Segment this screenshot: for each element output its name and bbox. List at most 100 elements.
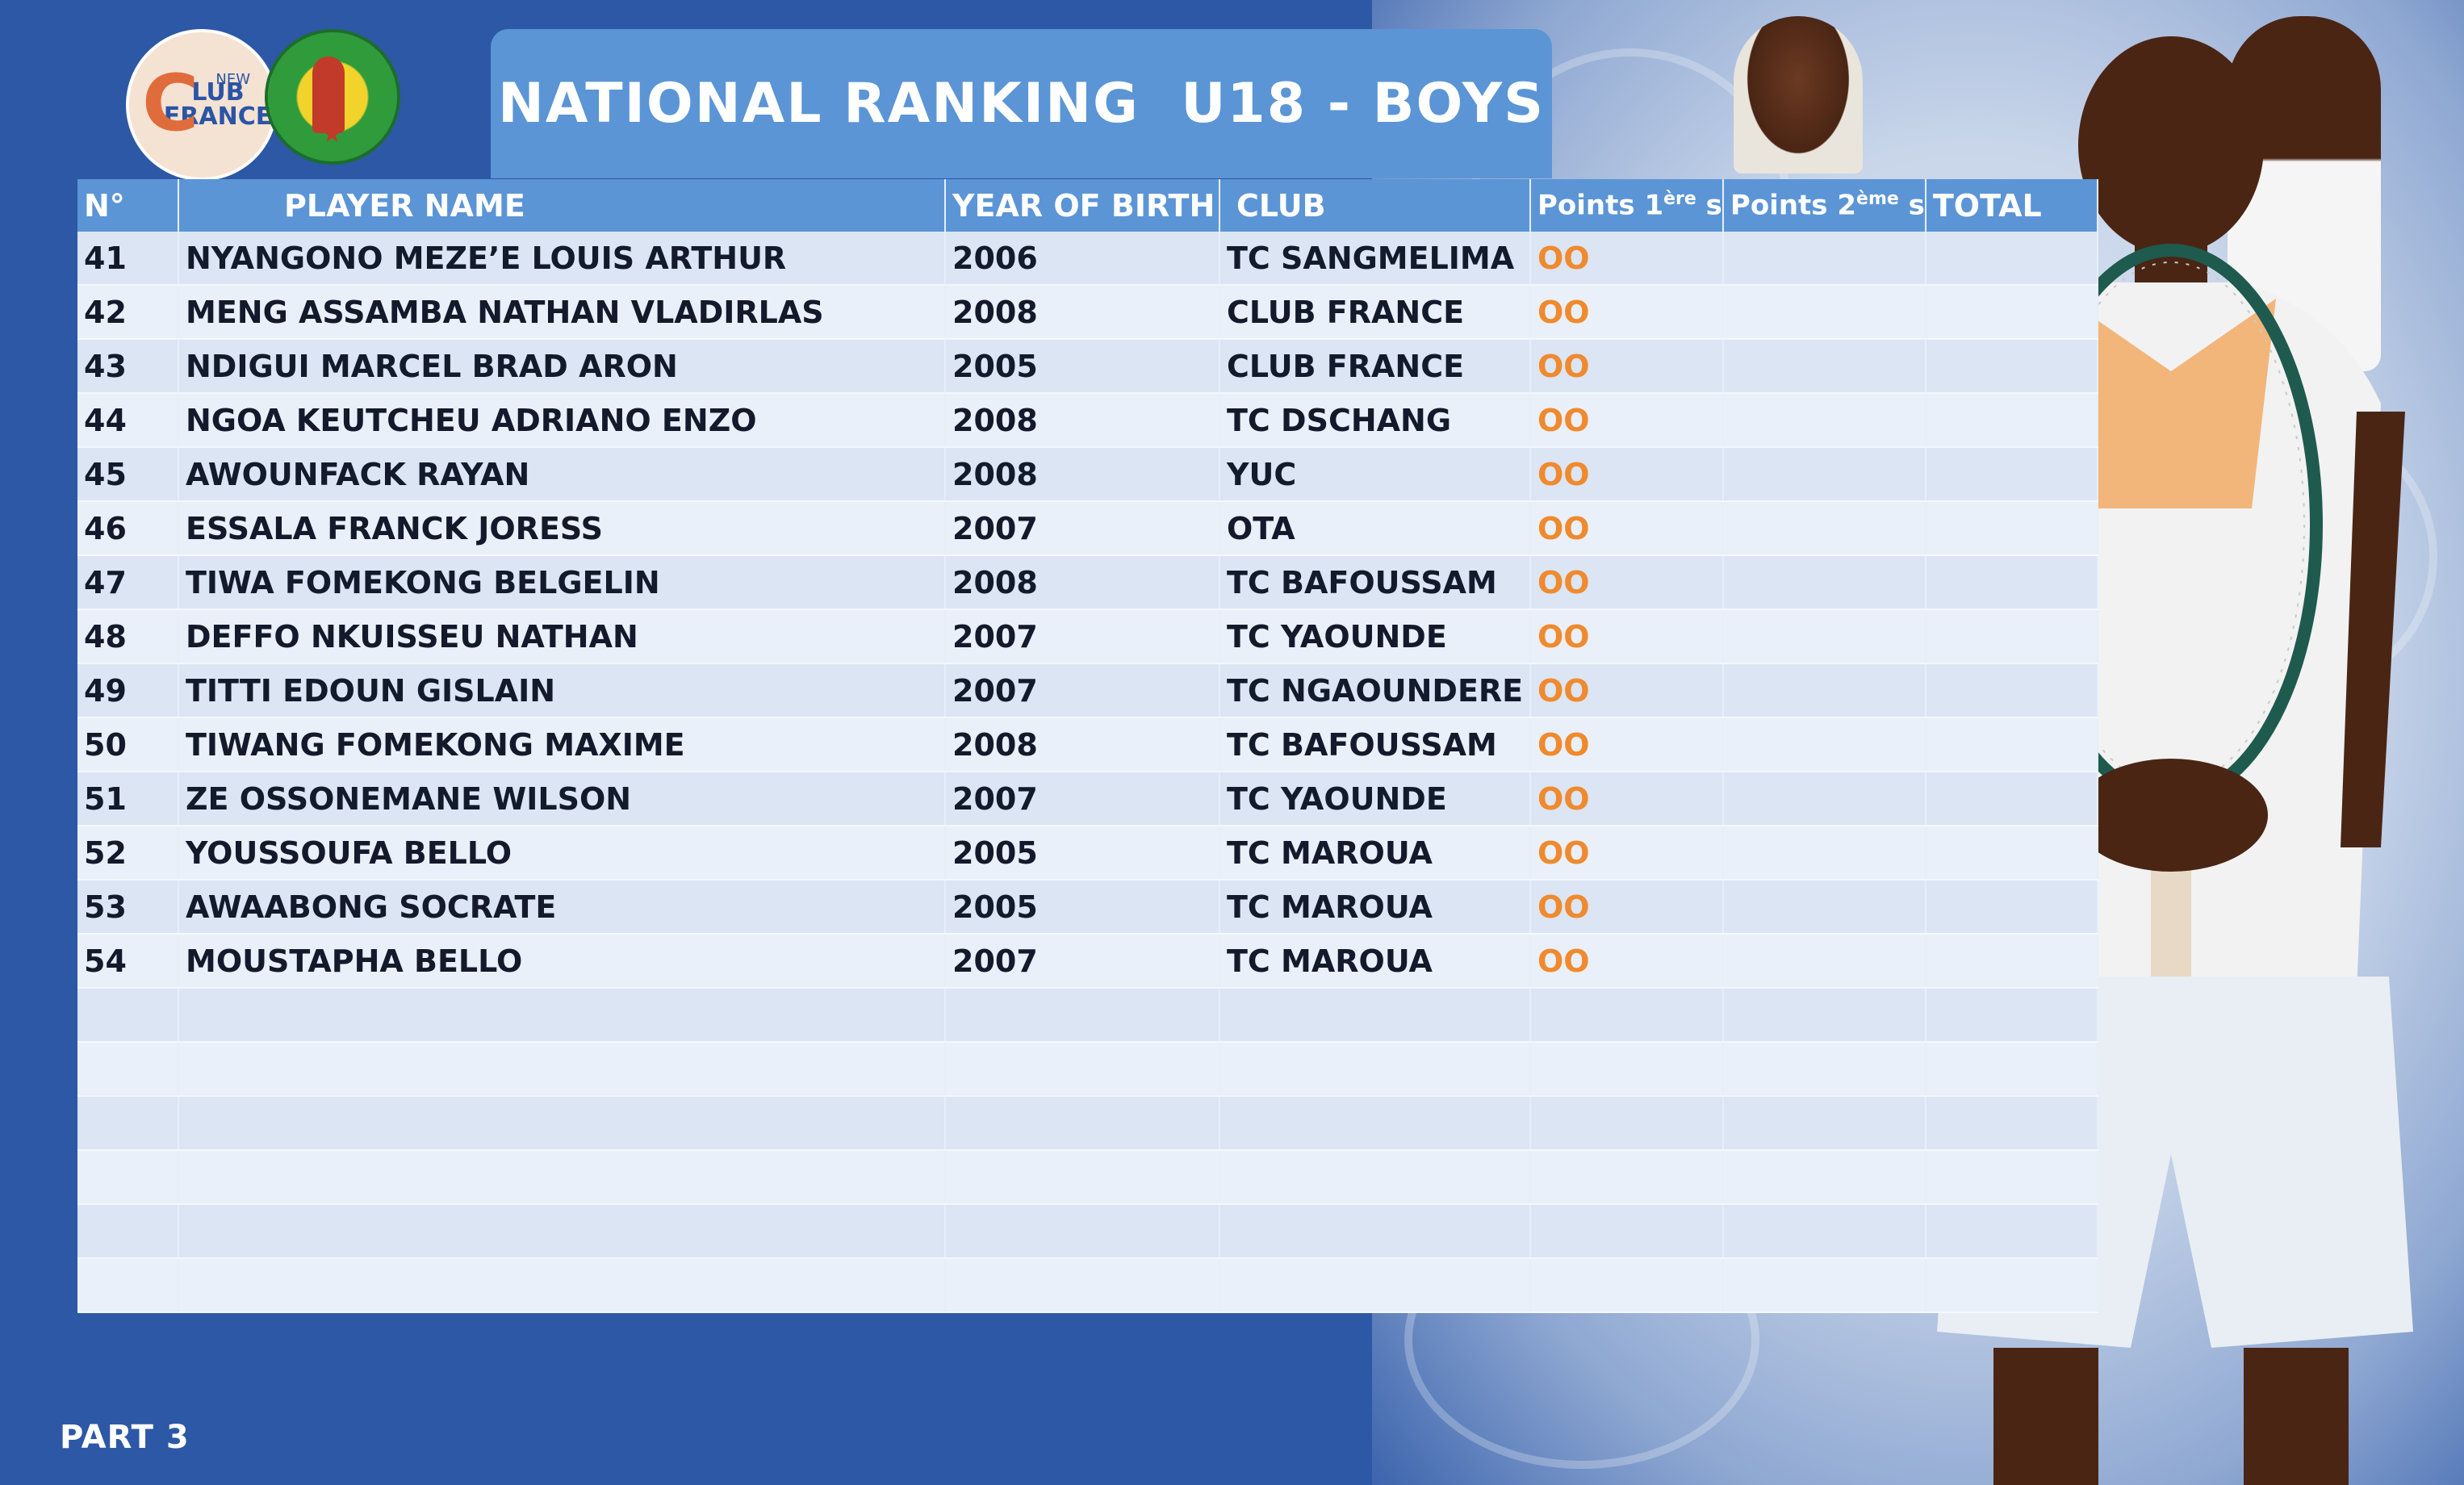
- cell-number: 52: [77, 826, 179, 881]
- cell-club: [1219, 1150, 1531, 1205]
- cell-club: TC SANGMELIMA: [1219, 232, 1531, 286]
- cell-number: [77, 1258, 179, 1313]
- cell-year-of-birth: [945, 988, 1220, 1043]
- cell-year-of-birth: [945, 1042, 1220, 1097]
- cell-club: TC MAROUA: [1219, 826, 1531, 881]
- cell-points-2: [1722, 609, 1926, 664]
- cell-points-2: [1722, 880, 1926, 935]
- table-row-empty: [77, 988, 2098, 1043]
- cell-player-name: [178, 1042, 946, 1097]
- cell-club: [1219, 988, 1531, 1043]
- cell-year-of-birth: 2008: [945, 447, 1220, 502]
- cell-number: 54: [77, 934, 179, 989]
- cell-player-name: [178, 1204, 946, 1259]
- cell-club: TC DSCHANG: [1219, 393, 1531, 448]
- cell-points-1: OO: [1530, 663, 1724, 718]
- table-row: 44 NGOA KEUTCHEU ADRIANO ENZO 2008 TC DSCHA…: [77, 393, 2098, 448]
- cell-points-2: [1722, 285, 1926, 340]
- cell-points-1: OO: [1530, 772, 1724, 826]
- cell-points-2: [1722, 1150, 1926, 1205]
- cell-total: [1925, 1150, 2098, 1205]
- cell-club: OTA: [1219, 501, 1531, 556]
- ranking-table: N° PLAYER NAME YEAR OF BIRTH CLUB Points…: [77, 179, 2098, 1313]
- cell-player-name: AWAABONG SOCRATE: [178, 880, 946, 935]
- cell-number: [77, 1096, 179, 1151]
- header-year-of-birth: YEAR OF BIRTH: [945, 179, 1220, 232]
- cell-points-1: [1530, 1096, 1724, 1151]
- table-row: 48 DEFFO NKUISSEU NATHAN 2007 TC YAOUNDE OO: [77, 609, 2098, 664]
- header-points-2: Points 2ème s: [1722, 179, 1926, 232]
- cell-points-1: OO: [1530, 285, 1724, 340]
- cell-player-name: [178, 1150, 946, 1205]
- cell-total: [1925, 1096, 2098, 1151]
- cell-total: [1925, 663, 2098, 718]
- cell-points-1: [1530, 988, 1724, 1043]
- cell-year-of-birth: [945, 1096, 1220, 1151]
- cell-total: [1925, 1204, 2098, 1259]
- table-row: 53 AWAABONG SOCRATE 2005 TC MAROUA OO: [77, 880, 2098, 935]
- cell-points-2: [1722, 232, 1926, 286]
- cell-points-2: [1722, 826, 1926, 881]
- cell-points-2: [1722, 339, 1926, 394]
- cell-player-name: TIWANG FOMEKONG MAXIME: [178, 717, 946, 772]
- federation-logo: ★: [268, 32, 397, 161]
- cell-points-1: OO: [1530, 609, 1724, 664]
- player-right-leg: [2244, 1348, 2349, 1485]
- cell-number: [77, 1042, 179, 1097]
- cell-club: TC NGAOUNDERE: [1219, 663, 1531, 718]
- cell-total: [1925, 555, 2098, 610]
- cell-total: [1925, 285, 2098, 340]
- header-club: CLUB: [1219, 179, 1531, 232]
- cell-total: [1925, 717, 2098, 772]
- cell-year-of-birth: 2008: [945, 717, 1220, 772]
- cell-club: YUC: [1219, 447, 1531, 502]
- cell-number: 49: [77, 663, 179, 718]
- cell-club: [1219, 1258, 1531, 1313]
- cell-number: 42: [77, 285, 179, 340]
- cell-number: 45: [77, 447, 179, 502]
- cell-points-2: [1722, 393, 1926, 448]
- cell-points-2: [1722, 555, 1926, 610]
- cell-number: 41: [77, 232, 179, 286]
- player-portrait-small: [1734, 16, 1863, 174]
- cell-club: TC YAOUNDE: [1219, 609, 1531, 664]
- table-row: 42 MENG ASSAMBA NATHAN VLADIRLAS 2008 CLUB …: [77, 285, 2098, 340]
- cell-player-name: ZE OSSONEMANE WILSON: [178, 772, 946, 826]
- cell-year-of-birth: 2008: [945, 393, 1220, 448]
- cell-club: [1219, 1204, 1531, 1259]
- cell-points-1: [1530, 1042, 1724, 1097]
- player-hands: [2074, 759, 2268, 872]
- cell-year-of-birth: 2005: [945, 339, 1220, 394]
- cell-year-of-birth: 2007: [945, 501, 1220, 556]
- cell-player-name: TIWA FOMEKONG BELGELIN: [178, 555, 946, 610]
- table-row: 52 YOUSSOUFA BELLO 2005 TC MAROUA OO: [77, 826, 2098, 881]
- cell-year-of-birth: 2007: [945, 609, 1220, 664]
- cell-year-of-birth: 2007: [945, 772, 1220, 826]
- table-row: 47 TIWA FOMEKONG BELGELIN 2008 TC BAFOUSSAM…: [77, 555, 2098, 610]
- table-row-empty: [77, 1204, 2098, 1259]
- cell-total: [1925, 826, 2098, 881]
- club-france-logo: C NEW LUB FRANCE: [129, 32, 274, 178]
- cell-points-1: OO: [1530, 447, 1724, 502]
- cell-points-1: OO: [1530, 555, 1724, 610]
- cell-total: [1925, 880, 2098, 935]
- cell-points-2: [1722, 447, 1926, 502]
- cell-points-1: OO: [1530, 501, 1724, 556]
- cell-number: 48: [77, 609, 179, 664]
- logo-new-label: NEW: [215, 71, 250, 88]
- cell-club: [1219, 1096, 1531, 1151]
- cell-total: [1925, 988, 2098, 1043]
- cell-points-2: [1722, 717, 1926, 772]
- player-head: [2078, 36, 2264, 254]
- cell-number: 50: [77, 717, 179, 772]
- cell-year-of-birth: 2005: [945, 826, 1220, 881]
- cell-club: TC BAFOUSSAM: [1219, 555, 1531, 610]
- table-row-empty: [77, 1042, 2098, 1097]
- cell-number: [77, 1204, 179, 1259]
- cell-total: [1925, 934, 2098, 989]
- table-header-row: N° PLAYER NAME YEAR OF BIRTH CLUB Points…: [77, 179, 2098, 232]
- header-points-1: Points 1ère s: [1530, 179, 1724, 232]
- cell-club: TC MAROUA: [1219, 934, 1531, 989]
- cell-points-1: [1530, 1258, 1724, 1313]
- cell-player-name: [178, 1096, 946, 1151]
